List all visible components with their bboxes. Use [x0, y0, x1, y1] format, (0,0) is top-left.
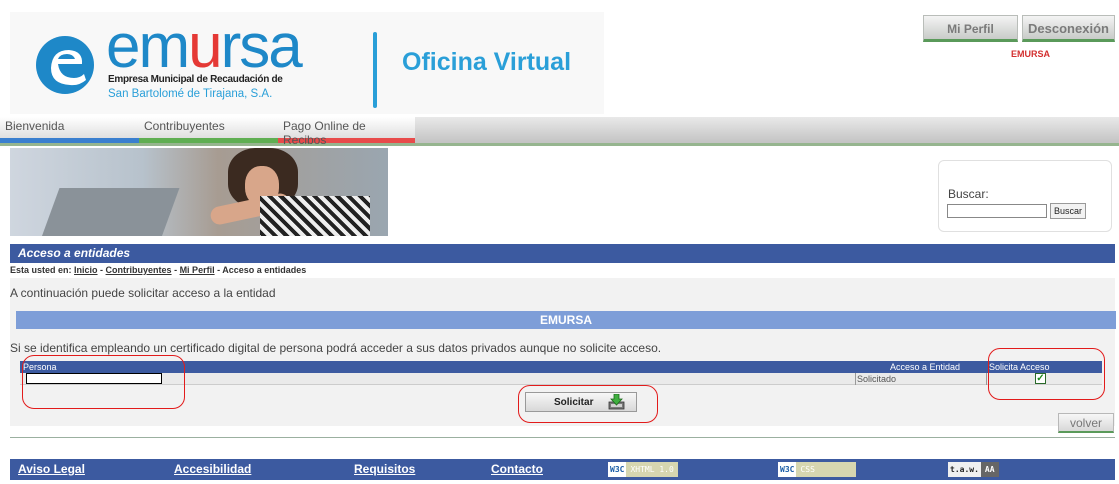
content-panel: A continuación puede solicitar acceso a … — [10, 278, 1116, 433]
cell-divider — [986, 373, 987, 385]
tab-bienvenida[interactable]: Bienvenida — [0, 117, 139, 143]
desconexion-button[interactable]: Desconexión — [1022, 15, 1115, 42]
solicitar-label: Solicitar — [554, 397, 594, 408]
header: emursa Empresa Municipal de Recaudación … — [0, 0, 1119, 117]
breadcrumb-current: Acceso a entidades — [222, 265, 307, 275]
entity-header-bar: EMURSA — [16, 311, 1116, 329]
breadcrumb-mi-perfil[interactable]: Mi Perfil — [180, 265, 215, 275]
banner-image — [10, 148, 388, 236]
col-solicita-acceso: Solicita Acceso — [989, 362, 1050, 372]
solicitar-button[interactable]: Solicitar — [525, 392, 637, 412]
footer: Aviso Legal Accesibilidad Requisitos Con… — [10, 459, 1115, 480]
table-header: Persona Acceso a Entidad Solicita Acceso — [20, 361, 1102, 373]
w3c-css-badge[interactable]: W3C CSS — [778, 462, 857, 477]
footer-accesibilidad[interactable]: Accesibilidad — [174, 462, 251, 476]
tab-pago-online[interactable]: Pago Online de Recibos — [278, 117, 415, 147]
col-acceso-entidad: Acceso a Entidad — [890, 362, 961, 372]
breadcrumb: Esta usted en: Inicio - Contribuyentes -… — [10, 265, 307, 275]
logo-wordmark: emursa — [106, 12, 303, 81]
download-icon — [608, 394, 625, 410]
solicita-acceso-checkbox[interactable]: ✓ — [1035, 373, 1046, 384]
persona-field[interactable] — [26, 373, 162, 384]
acceso-status: Solicitado — [857, 374, 897, 384]
tab-contribuyentes[interactable]: Contribuyentes — [139, 117, 278, 143]
search-input[interactable] — [947, 204, 1047, 218]
search-button[interactable]: Buscar — [1050, 203, 1086, 219]
breadcrumb-inicio[interactable]: Inicio — [74, 265, 98, 275]
banner-laptop — [40, 188, 180, 236]
main-nav: Bienvenida Contribuyentes Pago Online de… — [0, 117, 1119, 147]
banner-person-shirt — [260, 196, 370, 236]
cell-divider — [855, 373, 856, 385]
info-text: Si se identifica empleando un certificad… — [10, 341, 662, 355]
current-entity-label: EMURSA — [1011, 49, 1051, 59]
emursa-logo[interactable]: emursa Empresa Municipal de Recaudación … — [10, 12, 604, 114]
w3c-xhtml-badge[interactable]: W3C XHTML 1.0 — [608, 462, 678, 477]
footer-aviso-legal[interactable]: Aviso Legal — [18, 462, 85, 476]
mi-perfil-button[interactable]: Mi Perfil — [923, 15, 1018, 42]
footer-contacto[interactable]: Contacto — [491, 462, 543, 476]
footer-divider — [10, 437, 1115, 438]
col-persona: Persona — [23, 362, 57, 372]
logo-subtitle: Empresa Municipal de Recaudación de — [108, 74, 283, 85]
logo-divider — [373, 32, 377, 108]
logo-location: San Bartolomé de Tirajana, S.A. — [108, 88, 273, 100]
logo-swirl-icon — [36, 36, 94, 94]
volver-button[interactable]: volver — [1058, 413, 1114, 433]
intro-text: A continuación puede solicitar acceso a … — [10, 286, 276, 300]
breadcrumb-prefix: Esta usted en: — [10, 265, 72, 275]
taw-aa-badge[interactable]: t.a.w. AA — [948, 462, 999, 477]
site-title: Oficina Virtual — [402, 48, 572, 76]
breadcrumb-contribuyentes[interactable]: Contribuyentes — [106, 265, 172, 275]
table-row: Solicitado ✓ — [20, 373, 1102, 385]
footer-requisitos[interactable]: Requisitos — [354, 462, 415, 476]
search-panel: Buscar: Buscar — [938, 160, 1112, 232]
search-label: Buscar: — [948, 187, 989, 201]
page-title: Acceso a entidades — [10, 244, 1115, 263]
